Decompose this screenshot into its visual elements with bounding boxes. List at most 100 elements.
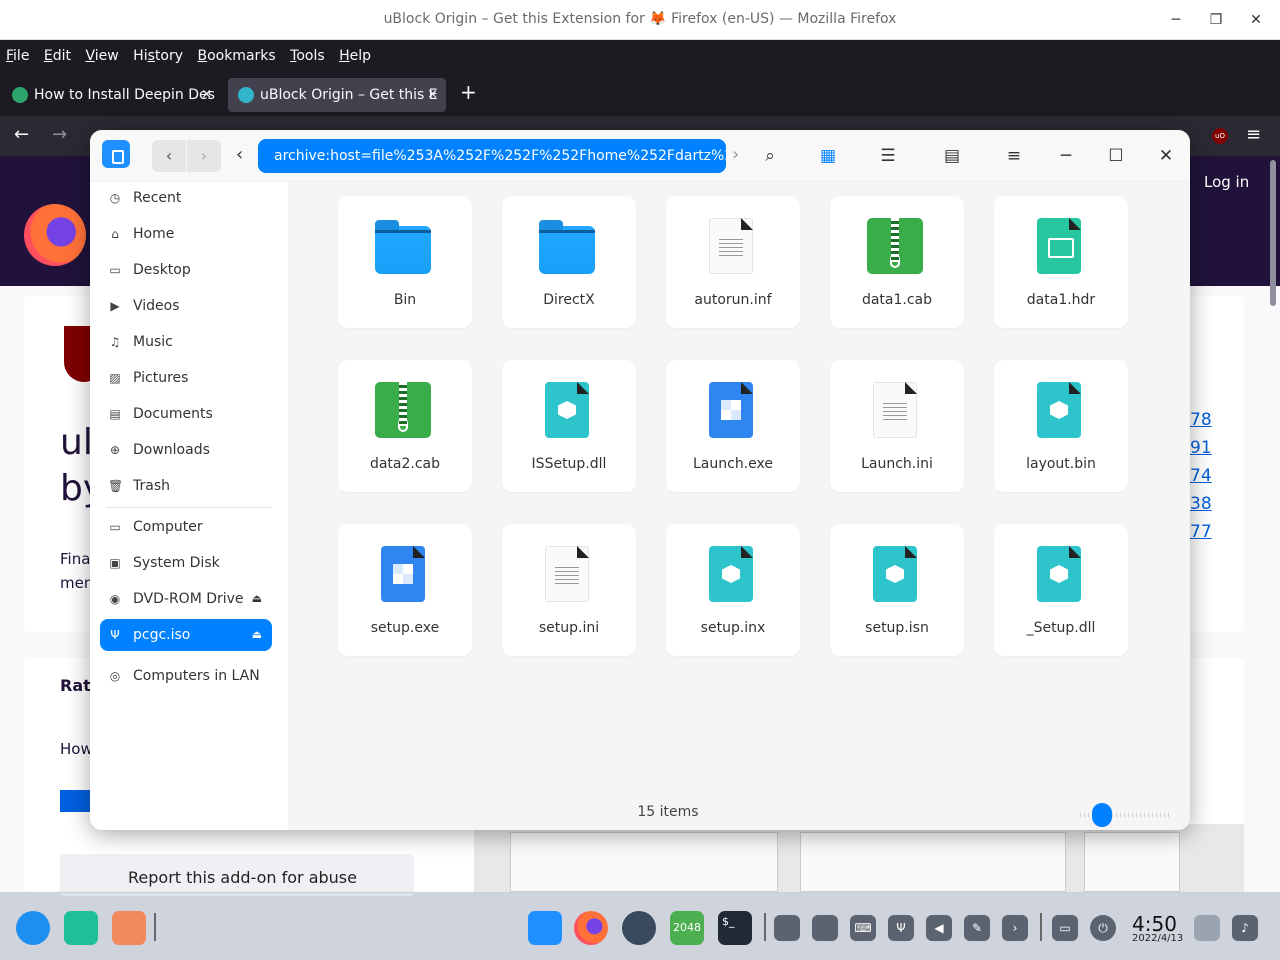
document-icon: ▤ <box>109 407 121 421</box>
rating-count[interactable]: 91 <box>1190 438 1212 458</box>
file-item-autorun-inf[interactable]: autorun.inf <box>666 196 800 328</box>
file-item-data2-cab[interactable]: data2.cab <box>338 360 472 492</box>
taskbar: 2048 $_ ⌨ Ψ ◀ ✎ › ▭ ⏻ ♪ <box>0 892 1280 960</box>
screenshot-thumb[interactable] <box>510 832 778 892</box>
notification-icon[interactable]: ♪ <box>1232 915 1258 941</box>
address-bar[interactable]: archive:host=file%253A%252F%252F%252Fhom… <box>258 139 726 173</box>
menu-edit[interactable]: Edit <box>44 40 71 72</box>
keyboard-layout-icon[interactable]: ▭ <box>1052 915 1078 941</box>
menu-history[interactable]: History <box>133 40 183 72</box>
file-item-issetup-dll[interactable]: ISSetup.dll <box>502 360 636 492</box>
tab-close-icon[interactable]: × <box>201 78 212 112</box>
tray-icon[interactable] <box>774 915 800 941</box>
sidebar-item-label: pcgc.iso <box>133 627 191 643</box>
menu-view[interactable]: View <box>85 40 118 72</box>
sidebar-item-dvd[interactable]: ◉ DVD-ROM Drive ⏏ <box>100 583 272 615</box>
menu-bookmarks[interactable]: Bookmarks <box>197 40 275 72</box>
file-manager-dock-icon[interactable] <box>528 911 562 945</box>
firefox-dock-icon[interactable] <box>574 911 608 945</box>
sidebar-item-downloads[interactable]: ⊕ Downloads <box>100 434 272 466</box>
tab-ublock[interactable]: uBlock Origin – Get this E × <box>228 78 446 112</box>
login-to-rate-button[interactable] <box>60 790 94 812</box>
list-view-icon[interactable]: ☰ <box>876 144 900 168</box>
menu-tools[interactable]: Tools <box>290 40 325 72</box>
screenshot-thumb[interactable] <box>800 832 1066 892</box>
workspace-icon[interactable] <box>112 911 146 945</box>
sidebar-item-pictures[interactable]: ▨ Pictures <box>100 362 272 394</box>
back-button[interactable]: ‹ <box>152 140 186 172</box>
screenshot-thumb[interactable] <box>1084 832 1180 892</box>
tray-expand-icon[interactable]: › <box>1002 915 1028 941</box>
tab-deepin[interactable]: How to Install Deepin Des × <box>2 78 220 112</box>
sidebar-item-documents[interactable]: ▤ Documents <box>100 398 272 430</box>
tab-close-icon[interactable]: × <box>427 78 438 112</box>
power-icon[interactable]: ⏻ <box>1090 915 1116 941</box>
minimize-icon[interactable]: ─ <box>1054 144 1078 168</box>
restore-icon[interactable]: ❐ <box>1204 8 1228 32</box>
volume-icon[interactable]: ◀ <box>926 915 952 941</box>
sidebar-item-home[interactable]: ⌂ Home <box>100 218 272 250</box>
address-scroll-left-icon[interactable]: ‹ <box>236 144 243 165</box>
icon-view-icon[interactable]: ▦ <box>816 144 840 168</box>
settings-dock-icon[interactable] <box>622 911 656 945</box>
sidebar-item-recent[interactable]: ◷ Recent <box>100 182 272 214</box>
sidebar-item-trash[interactable]: 🗑 Trash <box>100 470 272 502</box>
rating-count[interactable]: 74 <box>1190 466 1212 486</box>
icon-size-slider-handle[interactable] <box>1092 803 1112 827</box>
forward-button[interactable]: › <box>187 140 221 172</box>
sidebar-item-computer[interactable]: ▭ Computer <box>100 511 272 543</box>
close-icon[interactable]: ✕ <box>1154 144 1178 168</box>
game-2048-dock-icon[interactable]: 2048 <box>670 911 704 945</box>
detail-view-icon[interactable]: ▤ <box>940 144 964 168</box>
file-item-directx[interactable]: DirectX <box>502 196 636 328</box>
file-item-setup-dll[interactable]: _Setup.dll <box>994 524 1128 656</box>
ublock-extension-icon[interactable]: uO <box>1212 128 1228 144</box>
file-item-launch-ini[interactable]: Launch.ini <box>830 360 964 492</box>
page-scrollbar[interactable] <box>1270 160 1276 306</box>
menu-file[interactable]: File <box>6 40 29 72</box>
file-item-setup-inx[interactable]: setup.inx <box>666 524 800 656</box>
sidebar-item-pcgc-iso[interactable]: Ψpcgc.iso ⏏ <box>100 619 272 651</box>
brush-icon[interactable]: ✎ <box>964 915 990 941</box>
back-icon[interactable]: ← <box>14 124 29 145</box>
keyboard-icon[interactable]: ⌨ <box>850 915 876 941</box>
rating-count[interactable]: 77 <box>1190 522 1212 542</box>
sidebar-item-desktop[interactable]: ▭ Desktop <box>100 254 272 286</box>
trash-dock-icon[interactable] <box>1194 915 1220 941</box>
minimize-icon[interactable]: ─ <box>1164 8 1188 32</box>
launcher-icon[interactable] <box>16 911 50 945</box>
sidebar-item-system-disk[interactable]: ▣ System Disk <box>100 547 272 579</box>
clock-date[interactable]: 2022/4/13 <box>1132 933 1183 944</box>
file-item-bin[interactable]: Bin <box>338 196 472 328</box>
login-link[interactable]: Log in <box>1204 173 1249 191</box>
multitask-view-icon[interactable] <box>64 911 98 945</box>
maximize-icon[interactable]: ☐ <box>1104 144 1128 168</box>
tray-icon[interactable] <box>812 915 838 941</box>
file-item-layout-bin[interactable]: layout.bin <box>994 360 1128 492</box>
window-titlebar: uBlock Origin – Get this Extension for 🦊… <box>0 0 1280 40</box>
usb-icon[interactable]: Ψ <box>888 915 914 941</box>
close-icon[interactable]: ✕ <box>1244 8 1268 32</box>
report-abuse-button[interactable]: Report this add-on for abuse <box>60 854 414 896</box>
eject-icon[interactable]: ⏏ <box>252 583 262 615</box>
address-scroll-right-icon[interactable]: › <box>732 144 739 165</box>
file-item-setup-ini[interactable]: setup.ini <box>502 524 636 656</box>
eject-icon[interactable]: ⏏ <box>252 619 262 651</box>
new-tab-button[interactable]: + <box>460 80 477 104</box>
search-icon[interactable]: ⌕ <box>758 144 782 168</box>
forward-icon[interactable]: → <box>52 124 67 145</box>
file-item-setup-exe[interactable]: setup.exe <box>338 524 472 656</box>
terminal-dock-icon[interactable]: $_ <box>718 911 752 945</box>
sidebar-item-lan[interactable]: ◎ Computers in LAN <box>100 660 272 692</box>
file-item-launch-exe[interactable]: Launch.exe <box>666 360 800 492</box>
rating-count[interactable]: 78 <box>1190 410 1212 430</box>
menu-help[interactable]: Help <box>339 40 371 72</box>
menu-icon[interactable]: ≡ <box>1002 144 1026 168</box>
file-item-data1-hdr[interactable]: data1.hdr <box>994 196 1128 328</box>
file-item-data1-cab[interactable]: data1.cab <box>830 196 964 328</box>
rating-count[interactable]: 38 <box>1190 494 1212 514</box>
sidebar-item-videos[interactable]: ▶ Videos <box>100 290 272 322</box>
file-item-setup-isn[interactable]: setup.isn <box>830 524 964 656</box>
hamburger-menu-icon[interactable]: ≡ <box>1246 124 1261 145</box>
sidebar-item-music[interactable]: ♫ Music <box>100 326 272 358</box>
